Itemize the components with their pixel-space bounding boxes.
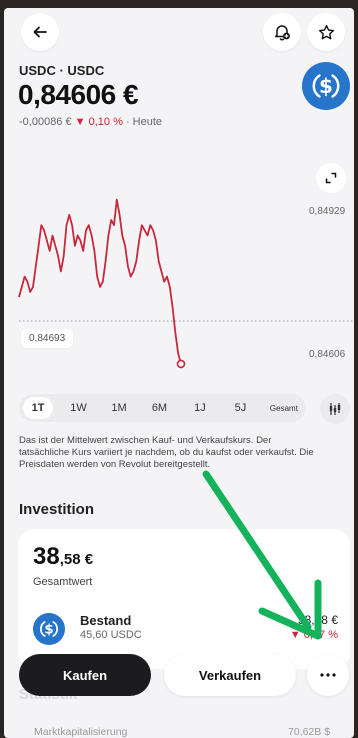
price-change: -0,00086 € ▼ 0,10 % · Heute xyxy=(19,116,162,128)
back-button[interactable] xyxy=(21,13,59,51)
holding-amount: 45,60 USDC xyxy=(80,629,142,641)
price-alert-button[interactable] xyxy=(263,13,301,51)
range-tab-1m[interactable]: 1M xyxy=(104,397,134,419)
svg-text:$: $ xyxy=(44,623,53,638)
bell-plus-icon xyxy=(274,25,290,41)
chart-type-button[interactable] xyxy=(320,394,350,424)
arrow-left-icon xyxy=(33,26,47,38)
investment-card[interactable]: 38,58 € Gesamtwert $ Bestand 45,60 USDC … xyxy=(18,529,350,669)
reference-price-badge: 0,84693 xyxy=(21,329,74,348)
change-period: · Heute xyxy=(125,116,163,128)
asset-price: 0,84606 € xyxy=(18,79,139,110)
change-percent: 0,10 % xyxy=(88,116,123,128)
more-button[interactable] xyxy=(307,654,349,696)
holding-value: 38,58 € xyxy=(297,613,338,627)
candlestick-icon xyxy=(329,403,341,415)
axis-low-label: 0,84606 xyxy=(309,349,346,360)
star-icon xyxy=(318,24,334,39)
more-dots-icon xyxy=(320,673,336,677)
usdc-coin-icon: $ xyxy=(302,62,350,110)
expand-icon xyxy=(325,172,337,184)
axis-high-label: 0,84929 xyxy=(309,206,346,217)
watchlist-button[interactable] xyxy=(307,13,345,51)
range-tab-6m[interactable]: 6M xyxy=(144,397,174,419)
asset-pair: USDC · USDC xyxy=(19,63,105,78)
change-absolute: -0,00086 € xyxy=(19,116,72,128)
change-arrow: ▼ xyxy=(74,116,86,128)
range-tab-1w[interactable]: 1W xyxy=(63,397,93,419)
range-tab-gesamt[interactable]: Gesamt xyxy=(266,397,302,419)
range-tab-1j[interactable]: 1J xyxy=(185,397,215,419)
holding-name: Bestand xyxy=(80,613,132,628)
buy-button[interactable]: Kaufen xyxy=(19,654,151,696)
range-tab-5j[interactable]: 5J xyxy=(225,397,255,419)
asset-detail-screen: USDC · USDC 0,84606 € -0,00086 € ▼ 0,10 … xyxy=(4,8,354,738)
total-value-main: 38 xyxy=(33,543,60,570)
total-value-label: Gesamtwert xyxy=(33,576,93,588)
svg-text:$: $ xyxy=(319,74,333,98)
total-value-decimal: ,58 € xyxy=(59,551,94,568)
price-chart[interactable] xyxy=(4,188,354,388)
market-cap-value: 70,62B $ xyxy=(288,726,331,738)
range-tab-1t[interactable]: 1T xyxy=(23,397,53,419)
time-range-selector: 1T 1W 1M 6M 1J 5J Gesamt xyxy=(19,394,306,422)
market-cap-label: Marktkapitalisierung xyxy=(34,726,128,738)
usdc-coin-icon: $ xyxy=(33,613,65,645)
sell-button[interactable]: Verkaufen xyxy=(164,654,296,696)
price-disclaimer: Das ist der Mittelwert zwischen Kauf- un… xyxy=(19,435,314,470)
investment-title: Investition xyxy=(19,501,95,518)
total-value: 38,58 € xyxy=(33,543,93,571)
current-price-marker xyxy=(176,359,186,369)
holding-change: ▼ 0,17 % xyxy=(289,629,338,641)
